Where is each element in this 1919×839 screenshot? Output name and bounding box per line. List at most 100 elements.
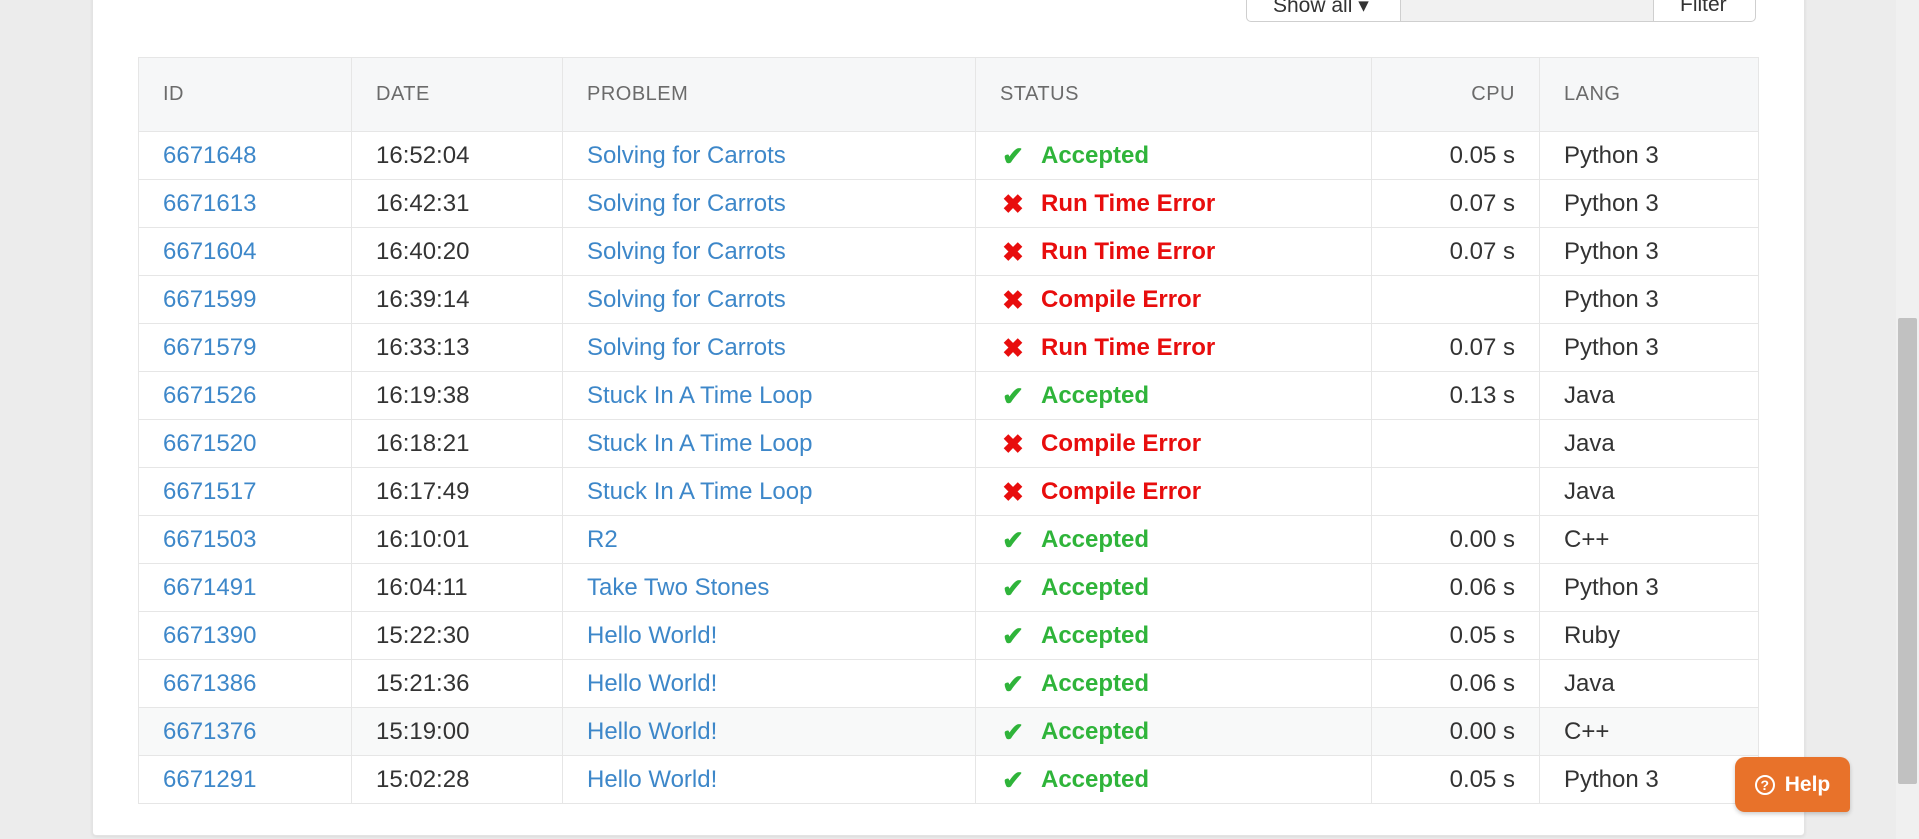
submission-date: 15:19:00 <box>351 707 563 756</box>
table-row: 6671613 16:42:31 Solving for Carrots ✖ Run T… <box>138 179 1759 228</box>
submission-id-link[interactable]: 6671291 <box>138 755 352 804</box>
status-label: Accepted <box>1041 669 1150 697</box>
cpu-time: 0.05 s <box>1371 755 1540 804</box>
problem-link[interactable]: Hello World! <box>562 611 976 660</box>
submission-date: 16:19:38 <box>351 371 563 420</box>
submission-status: ✔ Accepted <box>975 131 1372 180</box>
filter-bar: Show all ▾ Filter <box>1246 0 1756 22</box>
problem-link[interactable]: Solving for Carrots <box>562 323 976 372</box>
submission-date: 15:02:28 <box>351 755 563 804</box>
status-label: Accepted <box>1041 621 1150 649</box>
problem-link[interactable]: Stuck In A Time Loop <box>562 371 976 420</box>
cpu-time: 0.05 s <box>1371 611 1540 660</box>
submission-date: 15:22:30 <box>351 611 563 660</box>
problem-link[interactable]: R2 <box>562 515 976 564</box>
language: Java <box>1539 419 1759 468</box>
status-label: Accepted <box>1041 765 1150 793</box>
submission-date: 16:18:21 <box>351 419 563 468</box>
cpu-time <box>1371 419 1540 468</box>
scrollbar-thumb[interactable] <box>1898 318 1917 784</box>
submission-status: ✖ Compile Error <box>975 419 1372 468</box>
status-label: Compile Error <box>1041 477 1202 505</box>
status-label: Accepted <box>1041 381 1150 409</box>
problem-link[interactable]: Solving for Carrots <box>562 275 976 324</box>
cpu-time: 0.07 s <box>1371 179 1540 228</box>
problem-link[interactable]: Solving for Carrots <box>562 131 976 180</box>
submission-status: ✔ Accepted <box>975 659 1372 708</box>
question-circle-icon: ? <box>1754 774 1775 795</box>
cpu-time: 0.00 s <box>1371 515 1540 564</box>
help-button[interactable]: ? Help <box>1735 757 1850 812</box>
submission-id-link[interactable]: 6671503 <box>138 515 352 564</box>
table-row: 6671604 16:40:20 Solving for Carrots ✖ Run T… <box>138 227 1759 276</box>
check-icon: ✔ <box>1002 764 1024 795</box>
submission-id-link[interactable]: 6671376 <box>138 707 352 756</box>
table-header: ID DATE PROBLEM STATUS CPU LANG <box>138 57 1759 132</box>
status-label: Accepted <box>1041 573 1150 601</box>
table-row: 6671579 16:33:13 Solving for Carrots ✖ Run T… <box>138 323 1759 372</box>
submission-id-link[interactable]: 6671599 <box>138 275 352 324</box>
table-row: 6671491 16:04:11 Take Two Stones ✔ Accepted 0… <box>138 563 1759 612</box>
table-row: 6671503 16:10:01 R2 ✔ Accepted 0.00 s C++ <box>138 515 1759 564</box>
problem-link[interactable]: Hello World! <box>562 755 976 804</box>
filter-input[interactable] <box>1401 0 1653 22</box>
problem-link[interactable]: Hello World! <box>562 707 976 756</box>
filter-button[interactable]: Filter <box>1653 0 1756 22</box>
problem-link[interactable]: Hello World! <box>562 659 976 708</box>
language: C++ <box>1539 515 1759 564</box>
table-row: 6671526 16:19:38 Stuck In A Time Loop ✔ Acce… <box>138 371 1759 420</box>
problem-link[interactable]: Stuck In A Time Loop <box>562 419 976 468</box>
check-icon: ✔ <box>1002 620 1024 651</box>
cpu-time: 0.05 s <box>1371 131 1540 180</box>
problem-link[interactable]: Take Two Stones <box>562 563 976 612</box>
submission-date: 16:17:49 <box>351 467 563 516</box>
table-row: 6671386 15:21:36 Hello World! ✔ Accepted 0.06… <box>138 659 1759 708</box>
header-cpu[interactable]: CPU <box>1371 57 1540 132</box>
language: C++ <box>1539 707 1759 756</box>
show-all-dropdown[interactable]: Show all ▾ <box>1246 0 1401 22</box>
submission-id-link[interactable]: 6671520 <box>138 419 352 468</box>
submission-status: ✔ Accepted <box>975 755 1372 804</box>
submission-status: ✔ Accepted <box>975 707 1372 756</box>
language: Python 3 <box>1539 275 1759 324</box>
submission-id-link[interactable]: 6671648 <box>138 131 352 180</box>
submission-id-link[interactable]: 6671517 <box>138 467 352 516</box>
status-label: Accepted <box>1041 717 1150 745</box>
check-icon: ✔ <box>1002 716 1024 747</box>
problem-link[interactable]: Stuck In A Time Loop <box>562 467 976 516</box>
language: Python 3 <box>1539 563 1759 612</box>
submission-status: ✖ Run Time Error <box>975 227 1372 276</box>
submission-id-link[interactable]: 6671579 <box>138 323 352 372</box>
status-label: Run Time Error <box>1041 333 1216 361</box>
problem-link[interactable]: Solving for Carrots <box>562 179 976 228</box>
header-id[interactable]: ID <box>138 57 352 132</box>
submission-id-link[interactable]: 6671390 <box>138 611 352 660</box>
submission-id-link[interactable]: 6671604 <box>138 227 352 276</box>
submission-id-link[interactable]: 6671386 <box>138 659 352 708</box>
language: Java <box>1539 659 1759 708</box>
cpu-time: 0.06 s <box>1371 563 1540 612</box>
table-row: 6671648 16:52:04 Solving for Carrots ✔ Accep… <box>138 131 1759 180</box>
header-problem[interactable]: PROBLEM <box>562 57 976 132</box>
problem-link[interactable]: Solving for Carrots <box>562 227 976 276</box>
status-label: Accepted <box>1041 525 1150 553</box>
cross-icon: ✖ <box>1002 236 1024 267</box>
cross-icon: ✖ <box>1002 188 1024 219</box>
language: Python 3 <box>1539 323 1759 372</box>
submission-id-link[interactable]: 6671526 <box>138 371 352 420</box>
submission-id-link[interactable]: 6671491 <box>138 563 352 612</box>
language: Python 3 <box>1539 131 1759 180</box>
language: Ruby <box>1539 611 1759 660</box>
header-lang[interactable]: LANG <box>1539 57 1759 132</box>
submission-date: 16:52:04 <box>351 131 563 180</box>
header-date[interactable]: DATE <box>351 57 563 132</box>
submissions-table: ID DATE PROBLEM STATUS CPU LANG 6671648 1… <box>138 57 1759 804</box>
check-icon: ✔ <box>1002 524 1024 555</box>
language: Python 3 <box>1539 179 1759 228</box>
submission-id-link[interactable]: 6671613 <box>138 179 352 228</box>
language: Python 3 <box>1539 755 1759 804</box>
status-label: Compile Error <box>1041 429 1202 457</box>
header-status[interactable]: STATUS <box>975 57 1372 132</box>
submission-status: ✔ Accepted <box>975 371 1372 420</box>
language: Python 3 <box>1539 227 1759 276</box>
